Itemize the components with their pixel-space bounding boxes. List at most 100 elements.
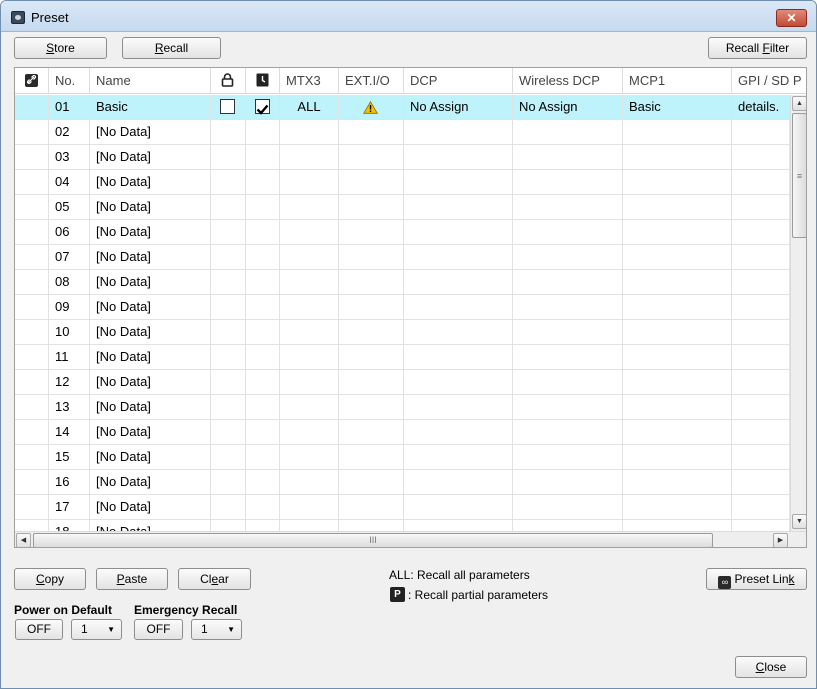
wireless-dcp-cell[interactable] [513,245,623,269]
protect-cell[interactable] [211,295,246,319]
gpi-cell[interactable] [732,420,790,444]
wireless-dcp-cell[interactable] [513,420,623,444]
mtx3-cell[interactable] [280,470,339,494]
no-cell[interactable]: 01 [49,95,90,119]
schedule-cell[interactable] [246,395,280,419]
link-cell[interactable] [15,195,49,219]
schedule-cell[interactable] [246,245,280,269]
name-cell[interactable]: [No Data] [90,320,211,344]
mcp1-cell[interactable] [623,220,732,244]
table-row[interactable]: 14 [No Data] [15,420,806,445]
wireless-dcp-cell[interactable] [513,470,623,494]
gpi-cell[interactable] [732,395,790,419]
protect-cell[interactable] [211,270,246,294]
mtx3-cell[interactable] [280,320,339,344]
gpi-cell[interactable] [732,370,790,394]
no-cell[interactable]: 13 [49,395,90,419]
dcp-cell[interactable] [404,345,513,369]
mcp1-cell[interactable] [623,195,732,219]
table-row[interactable]: 13 [No Data] [15,395,806,420]
mcp1-cell[interactable] [623,120,732,144]
table-row[interactable]: 08 [No Data] [15,270,806,295]
no-cell[interactable]: 07 [49,245,90,269]
name-cell[interactable]: [No Data] [90,270,211,294]
table-row[interactable]: 16 [No Data] [15,470,806,495]
schedule-cell[interactable] [246,445,280,469]
protect-cell[interactable] [211,370,246,394]
schedule-cell[interactable] [246,95,280,119]
protect-cell[interactable] [211,470,246,494]
ext-io-cell[interactable] [339,145,404,169]
schedule-cell[interactable] [246,320,280,344]
dcp-cell[interactable] [404,245,513,269]
dcp-cell[interactable] [404,395,513,419]
close-window-button[interactable]: ✕ [776,9,807,27]
dcp-cell[interactable] [404,195,513,219]
gpi-sd-column-header[interactable]: GPI / SD P [732,68,806,94]
mcp1-cell[interactable] [623,295,732,319]
ext-io-cell[interactable] [339,445,404,469]
protect-cell[interactable] [211,345,246,369]
no-column-header[interactable]: No. [49,68,90,94]
table-row[interactable]: 10 [No Data] [15,320,806,345]
clear-button[interactable]: Clear [178,568,251,590]
link-cell[interactable] [15,470,49,494]
mtx3-cell[interactable] [280,220,339,244]
schedule-cell[interactable] [246,220,280,244]
link-cell[interactable] [15,495,49,519]
no-cell[interactable]: 12 [49,370,90,394]
table-row[interactable]: 01 Basic ALL No Assign No Assign Basic details… [15,95,806,120]
name-cell[interactable]: [No Data] [90,295,211,319]
table-row[interactable]: 02 [No Data] [15,120,806,145]
name-cell[interactable]: [No Data] [90,445,211,469]
gpi-cell[interactable] [732,245,790,269]
gpi-cell[interactable] [732,270,790,294]
gpi-cell[interactable] [732,320,790,344]
protect-cell[interactable] [211,195,246,219]
schedule-cell[interactable] [246,295,280,319]
protect-cell[interactable] [211,95,246,119]
dcp-cell[interactable] [404,420,513,444]
no-cell[interactable]: 09 [49,295,90,319]
ext-io-cell[interactable] [339,245,404,269]
mcp1-cell[interactable] [623,170,732,194]
scroll-down-icon[interactable]: ▼ [792,514,806,529]
protect-cell[interactable] [211,120,246,144]
gpi-cell[interactable] [732,495,790,519]
ext-io-cell[interactable] [339,345,404,369]
scroll-up-icon[interactable]: ▲ [792,96,806,111]
gpi-cell[interactable] [732,170,790,194]
power-on-default-toggle[interactable]: OFF [15,619,63,640]
name-cell[interactable]: [No Data] [90,370,211,394]
ext-io-cell[interactable] [339,95,404,119]
mcp1-cell[interactable]: Basic [623,95,732,119]
paste-button[interactable]: Paste [96,568,168,590]
gpi-cell[interactable] [732,345,790,369]
link-cell[interactable] [15,120,49,144]
link-cell[interactable] [15,95,49,119]
mtx3-cell[interactable] [280,120,339,144]
no-cell[interactable]: 02 [49,120,90,144]
no-cell[interactable]: 03 [49,145,90,169]
name-cell[interactable]: [No Data] [90,120,211,144]
schedule-cell[interactable] [246,470,280,494]
no-cell[interactable]: 16 [49,470,90,494]
wireless-dcp-cell[interactable] [513,370,623,394]
gpi-cell[interactable] [732,470,790,494]
mtx3-cell[interactable] [280,420,339,444]
mtx3-cell[interactable]: ALL [280,95,339,119]
name-cell[interactable]: [No Data] [90,420,211,444]
name-cell[interactable]: [No Data] [90,245,211,269]
schedule-cell[interactable] [246,270,280,294]
wireless-dcp-cell[interactable] [513,195,623,219]
no-cell[interactable]: 04 [49,170,90,194]
protect-cell[interactable] [211,145,246,169]
close-button[interactable]: Close [735,656,807,678]
dcp-cell[interactable] [404,145,513,169]
schedule-cell[interactable] [246,145,280,169]
mtx3-cell[interactable] [280,245,339,269]
gpi-cell[interactable] [732,295,790,319]
wireless-dcp-cell[interactable] [513,145,623,169]
dcp-cell[interactable]: No Assign [404,95,513,119]
protect-cell[interactable] [211,320,246,344]
